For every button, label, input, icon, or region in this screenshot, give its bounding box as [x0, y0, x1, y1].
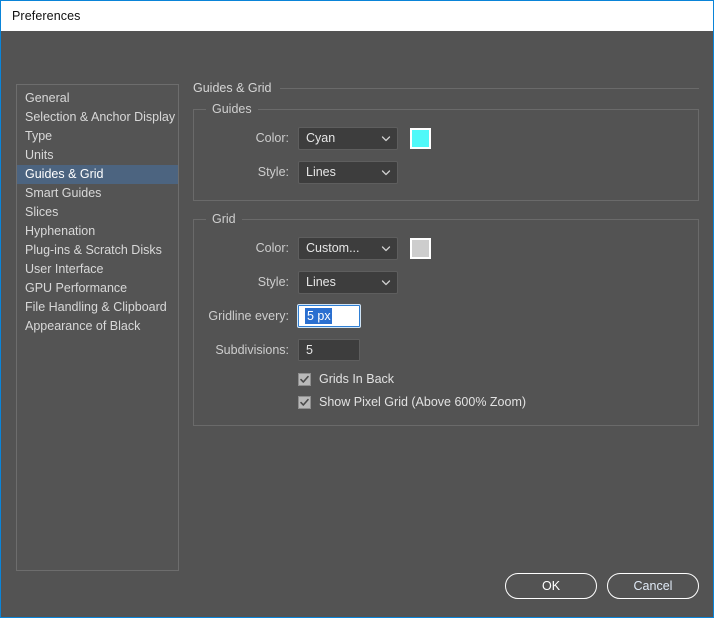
guides-color-value: Cyan — [306, 131, 336, 145]
sidebar-item-plugins-scratch-disks[interactable]: Plug-ins & Scratch Disks — [17, 241, 178, 260]
guides-color-row: Color: Cyan — [208, 126, 684, 150]
sidebar-item-appearance-of-black[interactable]: Appearance of Black — [17, 317, 178, 336]
sidebar-item-slices[interactable]: Slices — [17, 203, 178, 222]
chevron-down-icon — [381, 168, 391, 177]
grid-color-label: Color: — [255, 241, 289, 255]
sidebar-item-type[interactable]: Type — [17, 127, 178, 146]
window-title: Preferences — [12, 9, 81, 23]
chevron-down-icon — [381, 134, 391, 143]
show-pixel-grid-row[interactable]: Show Pixel Grid (Above 600% Zoom) — [208, 395, 684, 409]
sidebar-item-file-handling-clipboard[interactable]: File Handling & Clipboard — [17, 298, 178, 317]
sidebar-item-hyphenation[interactable]: Hyphenation — [17, 222, 178, 241]
page-title: Guides & Grid — [193, 81, 272, 95]
header-divider — [279, 87, 699, 89]
title-bar: Preferences — [1, 1, 713, 31]
grid-style-label: Style: — [257, 275, 289, 289]
guides-style-row: Style: Lines — [208, 160, 684, 184]
preferences-category-list[interactable]: General Selection & Anchor Display Type … — [16, 84, 179, 571]
ok-button[interactable]: OK — [505, 573, 597, 599]
guides-color-swatch[interactable] — [410, 127, 431, 149]
guides-group-legend: Guides — [206, 102, 258, 116]
show-pixel-grid-checkbox[interactable] — [298, 395, 311, 409]
grid-style-value: Lines — [306, 275, 336, 289]
gridline-every-row: Gridline every: 5 px — [208, 304, 684, 328]
gridline-every-input[interactable]: 5 px — [297, 304, 361, 328]
grid-style-select[interactable]: Lines — [298, 270, 398, 294]
grid-color-swatch[interactable] — [410, 237, 431, 259]
guides-style-label: Style: — [257, 165, 289, 179]
chevron-down-icon — [381, 278, 391, 287]
gridline-every-label: Gridline every: — [208, 309, 289, 323]
guides-color-label: Color: — [255, 131, 289, 145]
sidebar-item-selection-anchor-display[interactable]: Selection & Anchor Display — [17, 108, 178, 127]
sidebar-item-smart-guides[interactable]: Smart Guides — [17, 184, 178, 203]
guides-style-value: Lines — [306, 165, 336, 179]
sidebar-item-general[interactable]: General — [17, 89, 178, 108]
check-icon — [300, 375, 309, 383]
guides-group: Guides Color: Cyan Style: Lines — [193, 102, 699, 201]
grid-color-select[interactable]: Custom... — [298, 236, 398, 260]
chevron-down-icon — [381, 244, 391, 253]
check-icon — [300, 398, 309, 406]
grid-color-row: Color: Custom... — [208, 236, 684, 260]
dialog-footer: OK Cancel — [505, 573, 699, 599]
sidebar-item-user-interface[interactable]: User Interface — [17, 260, 178, 279]
settings-pane: Guides & Grid Guides Color: Cyan Style: … — [193, 81, 699, 444]
sidebar-item-units[interactable]: Units — [17, 146, 178, 165]
subdivisions-input[interactable]: 5 — [298, 339, 360, 361]
grid-group-legend: Grid — [206, 212, 242, 226]
preferences-dialog: Preferences General Selection & Anchor D… — [0, 0, 714, 618]
subdivisions-label: Subdivisions: — [215, 343, 289, 357]
grid-group: Grid Color: Custom... Style: Lines Gridl… — [193, 212, 699, 426]
grid-color-value: Custom... — [306, 241, 360, 255]
sidebar-item-guides-grid[interactable]: Guides & Grid — [17, 165, 178, 184]
grids-in-back-checkbox[interactable] — [298, 372, 311, 386]
dialog-body: General Selection & Anchor Display Type … — [1, 31, 713, 617]
subdivisions-value: 5 — [306, 343, 313, 357]
guides-style-select[interactable]: Lines — [298, 160, 398, 184]
grid-style-row: Style: Lines — [208, 270, 684, 294]
gridline-every-value: 5 px — [305, 308, 332, 324]
sidebar-item-gpu-performance[interactable]: GPU Performance — [17, 279, 178, 298]
grids-in-back-row[interactable]: Grids In Back — [208, 372, 684, 386]
guides-color-select[interactable]: Cyan — [298, 126, 398, 150]
cancel-button[interactable]: Cancel — [607, 573, 699, 599]
show-pixel-grid-label: Show Pixel Grid (Above 600% Zoom) — [319, 395, 527, 409]
grids-in-back-label: Grids In Back — [319, 372, 395, 386]
subdivisions-row: Subdivisions: 5 — [208, 338, 684, 362]
pane-header: Guides & Grid — [193, 81, 699, 95]
